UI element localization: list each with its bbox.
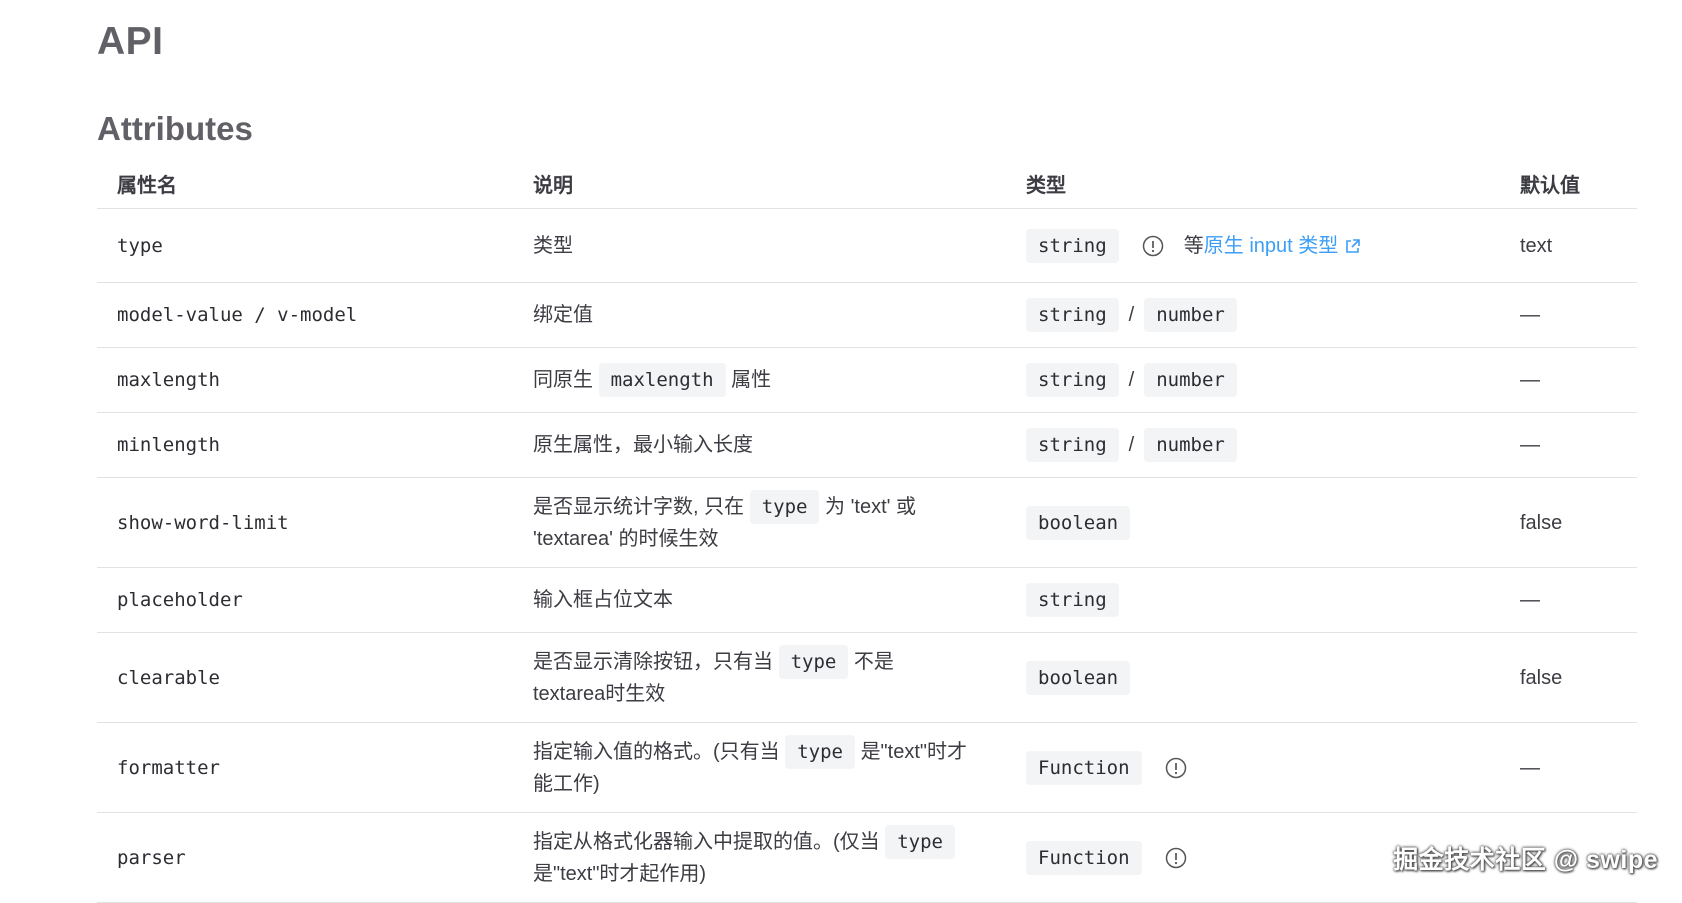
inline-code: type [885,824,955,859]
type-separator: / [1128,369,1135,391]
attr-desc-part: 指定从格式化器输入中提取的值。(仅当 [533,830,880,853]
default-value: false [1520,511,1563,534]
default-value: — [1520,589,1540,611]
table-row: minlength 原生属性，最小输入长度 string / number — [97,412,1637,478]
attr-desc: 类型 [533,234,573,257]
type-badge: boolean [1026,505,1131,540]
watermark: 掘金技术社区 @ swipe [1393,846,1658,874]
attr-desc-part: 是否显示统计字数, 只在 [533,495,745,518]
table-header-row: 属性名 说明 类型 默认值 [97,158,1637,209]
type-badge: string [1026,228,1119,263]
attr-desc-part: 属性 [731,369,772,391]
info-circle-icon[interactable] [1165,847,1187,869]
page-title: API [97,20,164,63]
table-row: model-value / v-model 绑定值 string / number … [97,282,1637,348]
attr-name: model-value / v-model [117,304,358,326]
type-badge: string [1026,428,1119,462]
table-row: show-word-limit 是否显示统计字数, 只在 type 为 'tex… [97,477,1637,568]
attributes-table: 属性名 说明 类型 默认值 type 类型 string 等原生 input 类… [97,158,1637,903]
type-separator: / [1128,304,1135,326]
attr-desc-part: 是否显示清除按钮，只有当 [533,650,773,673]
attr-desc: 输入框占位文本 [533,589,673,611]
header-default: 默认值 [1500,158,1637,209]
attr-name: placeholder [117,589,243,611]
native-input-type-link[interactable]: 原生 input 类型 [1204,235,1338,257]
external-link-icon[interactable] [1344,238,1361,255]
inline-code: type [785,734,855,769]
header-description: 说明 [513,158,1006,209]
default-value: — [1520,369,1540,391]
info-circle-icon[interactable] [1142,235,1164,257]
type-badge: number [1144,428,1237,462]
default-value: — [1520,434,1540,456]
table-row: formatter 指定输入值的格式。(只有当 type 是"text"时才能工… [97,722,1637,813]
attr-desc: 绑定值 [533,304,593,326]
type-badge: string [1026,298,1119,332]
type-separator: / [1128,434,1135,456]
type-badge: Function [1026,840,1142,875]
attr-name: maxlength [117,369,220,391]
attr-name: type [117,234,163,257]
attr-name: show-word-limit [117,511,289,534]
type-badge: Function [1026,750,1142,785]
attr-desc: 原生属性，最小输入长度 [533,434,753,456]
inline-code: maxlength [598,363,726,397]
type-prefix: 等 [1183,234,1204,257]
type-badge: string [1026,583,1119,617]
inline-code: type [749,489,820,524]
default-value: false [1520,666,1563,689]
type-badge: string [1026,363,1119,397]
attr-name: parser [117,846,186,869]
type-badge: number [1144,363,1237,397]
info-circle-icon[interactable] [1165,757,1187,779]
type-badge: number [1144,298,1237,332]
attr-desc-part: 同原生 [533,369,593,391]
table-row: clearable 是否显示清除按钮，只有当 type 不是 textarea时… [97,632,1637,723]
header-attribute-name: 属性名 [97,158,513,209]
table-row: placeholder 输入框占位文本 string — [97,567,1637,633]
attr-name: clearable [117,666,220,689]
table-row: maxlength 同原生 maxlength 属性 string / number… [97,347,1637,413]
attr-name: formatter [117,756,220,779]
inline-code: type [778,644,849,679]
default-value: — [1520,756,1540,779]
header-type: 类型 [1006,158,1500,209]
section-title: Attributes [97,110,253,147]
attr-desc-part: 指定输入值的格式。(只有当 [533,740,780,763]
default-value: text [1520,234,1553,257]
attr-desc-part: 是"text"时才起作用) [533,862,707,885]
type-badge: boolean [1026,660,1131,695]
default-value: — [1520,304,1540,326]
attr-name: minlength [117,434,220,456]
table-row: type 类型 string 等原生 input 类型 text [97,208,1637,283]
